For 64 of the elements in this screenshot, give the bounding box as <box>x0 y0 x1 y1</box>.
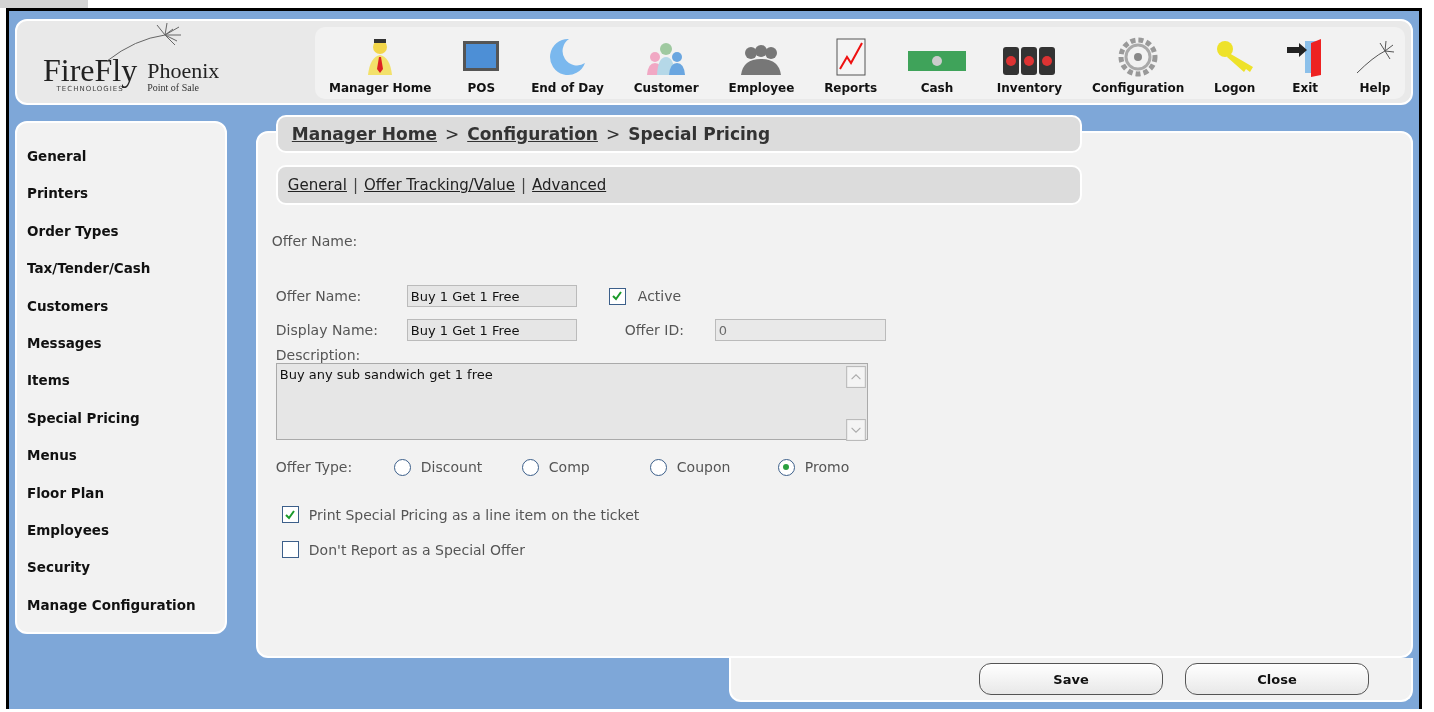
radio-button[interactable] <box>521 458 539 476</box>
input-field[interactable]: Buy 1 Get 1 Free <box>406 319 577 341</box>
toolbar-button[interactable]: End of Day <box>531 37 604 95</box>
toolbar-button[interactable]: Customer <box>633 37 699 95</box>
breadcrumb-separator: > <box>444 124 460 144</box>
action-button[interactable]: Save <box>979 663 1163 695</box>
subnav-link[interactable]: General <box>287 176 347 194</box>
radio-label: Coupon <box>676 459 731 475</box>
subnav-link[interactable]: Offer Tracking/Value <box>364 176 515 194</box>
breadcrumb-link[interactable]: Manager Home <box>291 124 437 144</box>
field-label: Description: <box>275 347 362 363</box>
sidebar-item[interactable]: Employees <box>27 514 225 553</box>
checkbox-label: Don't Report as a Special Offer <box>308 541 525 558</box>
breadcrumb-current: Special Pricing <box>628 124 771 144</box>
radio-button[interactable] <box>777 458 795 476</box>
sidebar-item[interactable]: General <box>27 141 225 179</box>
toolbar-button[interactable]: Logon <box>1214 37 1256 95</box>
radio-button[interactable] <box>649 458 667 476</box>
radio-label: Comp <box>548 459 590 475</box>
sidebar-item[interactable]: Special Pricing <box>27 402 225 441</box>
field-label: Offer ID: <box>624 322 685 338</box>
subnav-separator: | <box>352 176 358 194</box>
toolbar-button[interactable]: Cash <box>907 37 967 95</box>
checkbox-label: Active <box>637 288 682 304</box>
radio-label: Promo <box>804 459 850 475</box>
sidebar-item[interactable]: Security <box>27 552 225 590</box>
logo-product-tagline: Point of Sale <box>147 82 200 93</box>
sidebar-item[interactable]: Printers <box>27 178 225 216</box>
logo-product: Phoenix <box>147 60 220 82</box>
action-button[interactable]: Close <box>1185 663 1369 695</box>
breadcrumb-link[interactable]: Configuration <box>467 124 598 144</box>
checkbox[interactable] <box>281 541 299 558</box>
toolbar-button[interactable]: Reports <box>824 37 878 95</box>
toolbar-button[interactable]: Exit <box>1285 37 1326 95</box>
sidebar-item[interactable]: Manage Configuration <box>27 589 225 628</box>
radio-button[interactable] <box>393 458 411 476</box>
toolbar-button[interactable]: POS <box>461 37 502 95</box>
moon-icon <box>547 37 588 77</box>
toolbar-button[interactable]: Manager Home <box>329 37 432 95</box>
sidebar-item[interactable]: Menus <box>27 440 225 478</box>
field-label: Offer Name: <box>275 288 363 304</box>
sidebar-item[interactable]: Floor Plan <box>27 477 225 515</box>
input-field[interactable]: Buy 1 Get 1 Free <box>406 285 577 307</box>
toolbar-button[interactable]: Inventory <box>996 37 1063 95</box>
radio-label: Discount <box>420 459 483 475</box>
sidebar-item[interactable]: Order Types <box>27 215 225 254</box>
sidebar-item[interactable]: Items <box>27 365 225 403</box>
subnav-link[interactable]: Advanced <box>532 176 607 194</box>
checkbox[interactable] <box>281 506 299 523</box>
toolbar-button[interactable]: Employee <box>728 37 795 95</box>
breadcrumb-separator: > <box>605 124 621 144</box>
field-label: Offer Type: <box>275 459 354 475</box>
sidebar-item[interactable]: Customers <box>27 290 225 328</box>
section-heading: Offer Name: <box>271 233 359 249</box>
sidebar-item[interactable]: Messages <box>27 327 225 366</box>
toolbar-button[interactable]: Configuration <box>1091 37 1185 95</box>
checkbox[interactable] <box>608 287 626 305</box>
toolbar-button[interactable]: Help <box>1355 37 1395 95</box>
subnav-separator: | <box>521 176 527 194</box>
sidebar-item[interactable]: Tax/Tender/Cash <box>27 253 225 291</box>
gear-icon <box>1118 37 1159 77</box>
field-label: Display Name: <box>275 322 379 338</box>
text-area[interactable]: Buy any sub sandwich get 1 free <box>275 363 868 440</box>
checkbox-label: Print Special Pricing as a line item on the ticket <box>308 506 640 523</box>
